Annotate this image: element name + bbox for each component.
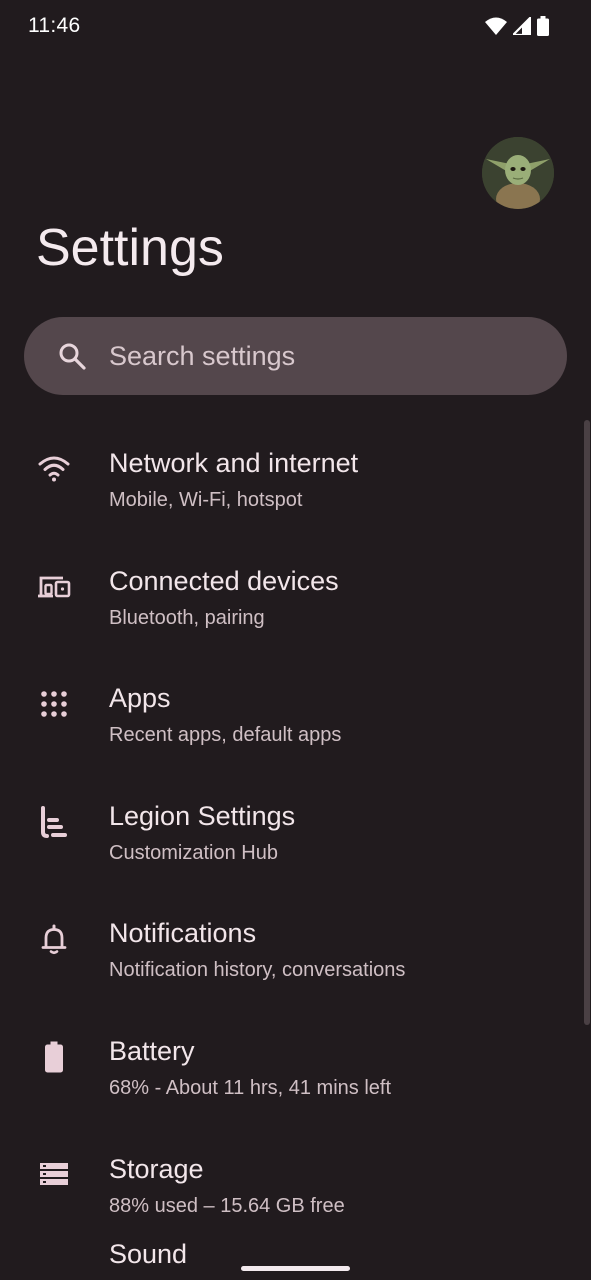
settings-item-title: Network and internet: [109, 448, 359, 478]
bell-icon: [36, 921, 72, 957]
gesture-navigation-bar[interactable]: [241, 1266, 350, 1271]
search-placeholder: Search settings: [109, 341, 296, 371]
scrollbar-thumb[interactable]: [584, 420, 590, 1025]
battery-icon: [36, 1039, 72, 1075]
settings-item-sound-partial[interactable]: Sound: [109, 1238, 187, 1270]
settings-item-network[interactable]: Network and internet Mobile, Wi-Fi, hots…: [0, 410, 575, 528]
settings-item-apps[interactable]: Apps Recent apps, default apps: [0, 645, 575, 763]
settings-item-legion-settings[interactable]: Legion Settings Customization Hub: [0, 763, 575, 881]
avatar-image: [482, 137, 554, 209]
settings-item-notifications[interactable]: Notifications Notification history, conv…: [0, 880, 575, 998]
battery-status-icon: [537, 16, 549, 36]
settings-item-subtitle: Notification history, conversations: [109, 959, 406, 982]
settings-item-subtitle: 68% - About 11 hrs, 41 mins left: [109, 1076, 392, 1099]
settings-item-title: Battery: [109, 1035, 195, 1066]
settings-item-subtitle: Bluetooth, pairing: [109, 606, 265, 629]
cellular-signal-icon: [513, 17, 531, 35]
apps-grid-icon: [36, 686, 72, 722]
search-icon: [58, 342, 86, 370]
wifi-signal-icon: [485, 17, 507, 35]
settings-list: Network and internet Mobile, Wi-Fi, hots…: [0, 410, 575, 1233]
settings-item-subtitle: 88% used – 15.64 GB free: [109, 1194, 345, 1217]
settings-item-subtitle: Mobile, Wi-Fi, hotspot: [109, 489, 303, 511]
storage-icon: [36, 1156, 72, 1192]
settings-screen: 11:46 Settings Search settings Network a…: [0, 0, 591, 1280]
status-bar: 11:46: [0, 0, 591, 54]
legion-icon: [36, 804, 72, 840]
settings-item-subtitle: Recent apps, default apps: [109, 724, 342, 747]
settings-item-title: Legion Settings: [109, 800, 296, 831]
settings-item-connected-devices[interactable]: Connected devices Bluetooth, pairing: [0, 528, 575, 646]
page-title: Settings: [36, 219, 224, 277]
settings-item-title: Notifications: [109, 918, 257, 949]
settings-item-title: Apps: [109, 683, 171, 714]
status-icons: [485, 16, 549, 36]
settings-item-storage[interactable]: Storage 88% used – 15.64 GB free: [0, 1116, 575, 1234]
settings-item-title: Storage: [109, 1153, 204, 1184]
wifi-icon: [36, 451, 72, 487]
devices-icon: [36, 568, 72, 604]
settings-item-battery[interactable]: Battery 68% - About 11 hrs, 41 mins left: [0, 998, 575, 1116]
settings-item-subtitle: Customization Hub: [109, 841, 278, 864]
status-time: 11:46: [28, 14, 81, 37]
profile-avatar[interactable]: [482, 137, 554, 209]
search-settings-bar[interactable]: Search settings: [24, 317, 567, 395]
settings-item-title: Connected devices: [109, 565, 339, 596]
